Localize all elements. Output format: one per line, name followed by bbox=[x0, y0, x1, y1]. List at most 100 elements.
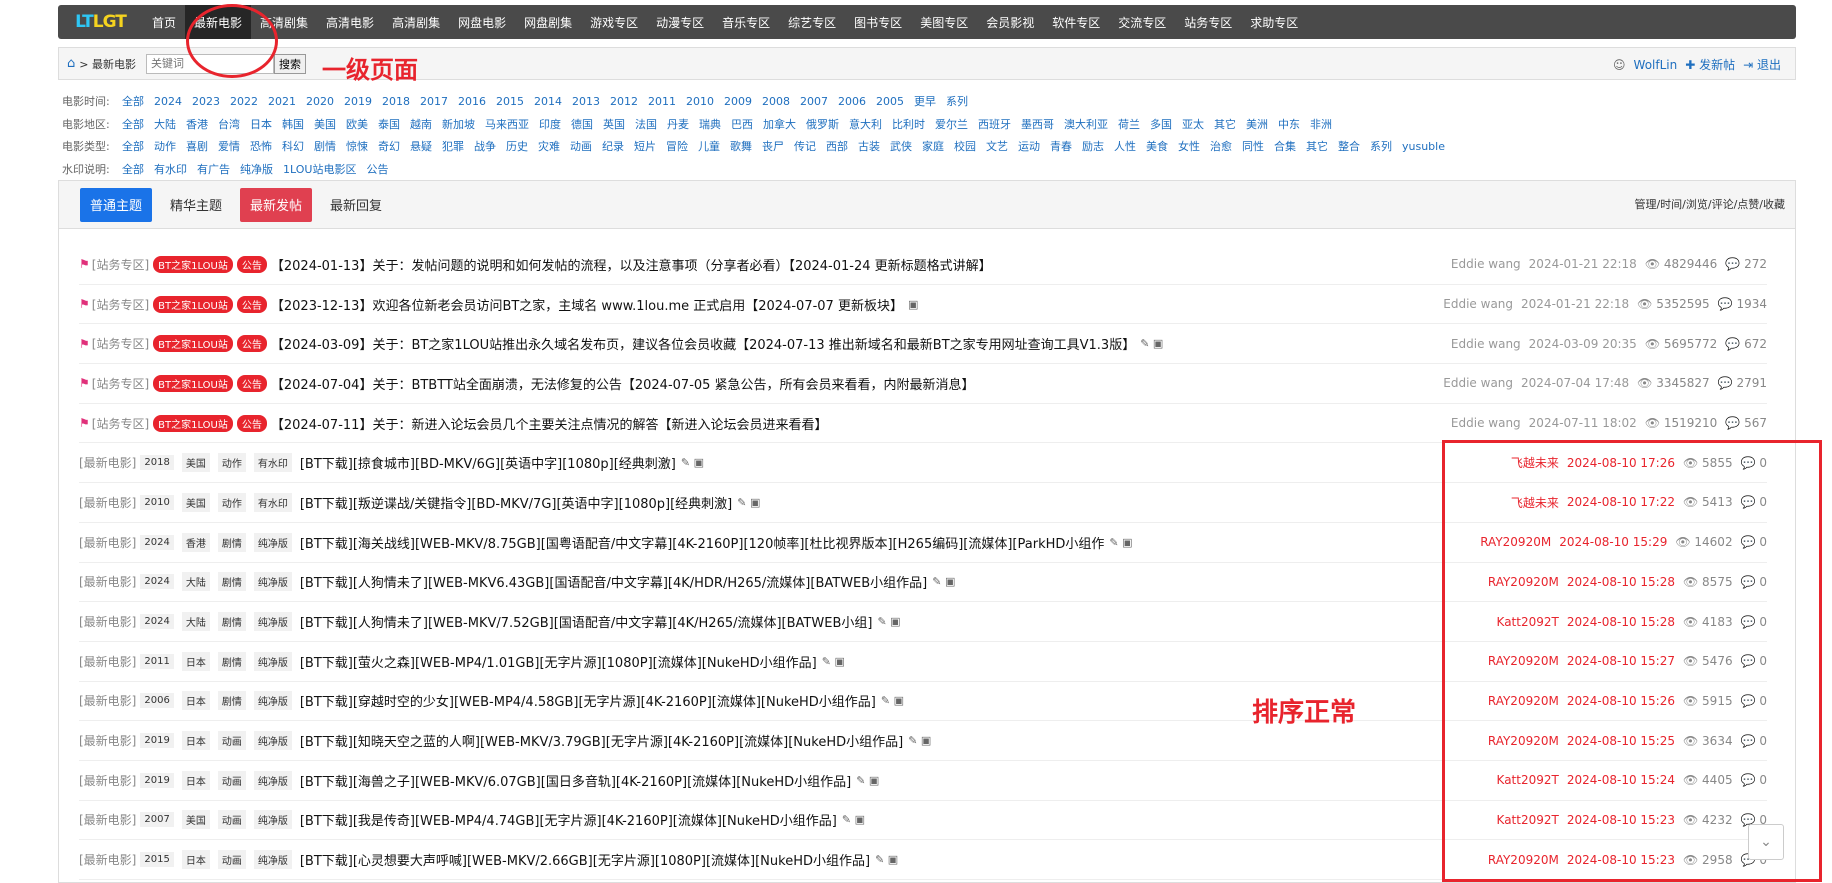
filter-option[interactable]: 女性 bbox=[1178, 138, 1200, 154]
logout-link[interactable]: ⇥ 退出 bbox=[1743, 56, 1781, 73]
tab-latest-reply[interactable]: 最新回复 bbox=[320, 188, 392, 222]
filter-option[interactable]: 全部 bbox=[122, 161, 144, 177]
filter-option[interactable]: 文艺 bbox=[986, 138, 1008, 154]
filter-option[interactable]: 德国 bbox=[571, 116, 593, 132]
filter-option[interactable]: 新加坡 bbox=[442, 116, 475, 132]
filter-option[interactable]: yusuble bbox=[1402, 140, 1445, 153]
thread-title[interactable]: [BT下载][人狗情未了][WEB-MKV6.43GB][国语配音/中文字幕][… bbox=[300, 572, 927, 591]
thread-title[interactable]: [BT下载][叛逆谍战/关键指令][BD-MKV/7G][英语中字][1080p… bbox=[300, 493, 732, 512]
filter-option[interactable]: 香港 bbox=[186, 116, 208, 132]
filter-option[interactable]: 全部 bbox=[122, 138, 144, 154]
username-link[interactable]: WolfLin bbox=[1634, 58, 1678, 72]
genre-tag[interactable]: 动画 bbox=[217, 810, 246, 830]
tab-featured[interactable]: 精华主题 bbox=[160, 188, 232, 222]
filter-option[interactable]: 爱尔兰 bbox=[935, 116, 968, 132]
filter-option[interactable]: 2012 bbox=[610, 95, 638, 108]
filter-option[interactable]: 多国 bbox=[1150, 116, 1172, 132]
genre-tag[interactable]: 剧情 bbox=[217, 612, 246, 632]
thread-title[interactable]: [BT下载][海兽之子][WEB-MKV/6.07GB][国日多音轨][4K-2… bbox=[300, 771, 851, 790]
nav-item-0[interactable]: 首页 bbox=[143, 5, 185, 39]
filter-option[interactable]: 有水印 bbox=[154, 161, 187, 177]
region-tag[interactable]: 美国 bbox=[181, 492, 210, 512]
filter-option[interactable]: 儿童 bbox=[698, 138, 720, 154]
thread-section[interactable]: [最新电影] bbox=[79, 692, 136, 709]
filter-option[interactable]: 青春 bbox=[1050, 138, 1072, 154]
filter-option[interactable]: 纪录 bbox=[602, 138, 624, 154]
watermark-tag[interactable]: 纯净版 bbox=[253, 810, 292, 830]
filter-option[interactable]: 2022 bbox=[230, 95, 258, 108]
filter-option[interactable]: 2023 bbox=[192, 95, 220, 108]
nav-item-7[interactable]: 游戏专区 bbox=[581, 5, 647, 39]
genre-tag[interactable]: 动画 bbox=[217, 770, 246, 790]
filter-option[interactable]: 马来西亚 bbox=[485, 116, 529, 132]
year-tag[interactable]: 2019 bbox=[140, 772, 174, 788]
filter-option[interactable]: 爱情 bbox=[218, 138, 240, 154]
year-tag[interactable]: 2006 bbox=[140, 693, 174, 709]
filter-option[interactable]: 惊悚 bbox=[346, 138, 368, 154]
thread-title[interactable]: [BT下载][人狗情未了][WEB-MKV/7.52GB][国语配音/中文字幕]… bbox=[300, 612, 873, 631]
year-tag[interactable]: 2011 bbox=[140, 653, 174, 669]
filter-option[interactable]: 2017 bbox=[420, 95, 448, 108]
filter-option[interactable]: 励志 bbox=[1082, 138, 1104, 154]
watermark-tag[interactable]: 有水印 bbox=[253, 492, 292, 512]
year-tag[interactable]: 2010 bbox=[140, 494, 174, 510]
nav-item-16[interactable]: 站务专区 bbox=[1175, 5, 1241, 39]
year-tag[interactable]: 2024 bbox=[140, 574, 174, 590]
filter-option[interactable]: 日本 bbox=[250, 116, 272, 132]
region-tag[interactable]: 大陆 bbox=[181, 572, 210, 592]
search-button[interactable]: 搜索 bbox=[273, 53, 306, 74]
filter-option[interactable]: 非洲 bbox=[1310, 116, 1332, 132]
filter-option[interactable]: 泰国 bbox=[378, 116, 400, 132]
thread-section[interactable]: [最新电影] bbox=[79, 851, 136, 868]
thread-title[interactable]: [BT下载][心灵想要大声呼喊][WEB-MKV/2.66GB][无字片源][1… bbox=[300, 850, 870, 869]
thread-section[interactable]: [站务专区] bbox=[92, 335, 149, 352]
filter-option[interactable]: 欧美 bbox=[346, 116, 368, 132]
nav-item-13[interactable]: 会员影视 bbox=[977, 5, 1043, 39]
thread-title[interactable]: [BT下载][知晓天空之蓝的人啊][WEB-MKV/3.79GB][无字片源][… bbox=[300, 731, 903, 750]
thread-section[interactable]: [最新电影] bbox=[79, 613, 136, 630]
filter-option[interactable]: 有广告 bbox=[197, 161, 230, 177]
filter-option[interactable]: 美食 bbox=[1146, 138, 1168, 154]
year-tag[interactable]: 2024 bbox=[140, 534, 174, 550]
nav-item-17[interactable]: 求助专区 bbox=[1241, 5, 1307, 39]
filter-option[interactable]: 意大利 bbox=[849, 116, 882, 132]
watermark-tag[interactable]: 纯净版 bbox=[253, 691, 292, 711]
genre-tag[interactable]: 剧情 bbox=[217, 532, 246, 552]
filter-option[interactable]: 台湾 bbox=[218, 116, 240, 132]
home-icon[interactable]: ⌂ bbox=[67, 56, 75, 71]
filter-option[interactable]: 2021 bbox=[268, 95, 296, 108]
year-tag[interactable]: 2019 bbox=[140, 733, 174, 749]
watermark-tag[interactable]: 纯净版 bbox=[253, 612, 292, 632]
thread-title[interactable]: [BT下载][萤火之森][WEB-MP4/1.01GB][无字片源][1080P… bbox=[300, 652, 817, 671]
filter-option[interactable]: 荷兰 bbox=[1118, 116, 1140, 132]
region-tag[interactable]: 日本 bbox=[181, 691, 210, 711]
thread-section[interactable]: [最新电影] bbox=[79, 573, 136, 590]
filter-option[interactable]: 美洲 bbox=[1246, 116, 1268, 132]
nav-item-14[interactable]: 软件专区 bbox=[1043, 5, 1109, 39]
tab-normal[interactable]: 普通主题 bbox=[80, 187, 153, 222]
filter-option[interactable]: 合集 bbox=[1274, 138, 1296, 154]
filter-option[interactable]: 恐怖 bbox=[250, 138, 272, 154]
filter-option[interactable]: 武侠 bbox=[890, 138, 912, 154]
watermark-tag[interactable]: 纯净版 bbox=[253, 770, 292, 790]
thread-title[interactable]: [BT下载][掠食城市][BD-MKV/6G][英语中字][1080p][经典刺… bbox=[300, 453, 676, 472]
filter-option[interactable]: 巴西 bbox=[731, 116, 753, 132]
genre-tag[interactable]: 动作 bbox=[217, 453, 246, 473]
thread-title[interactable]: [BT下载][我是传奇][WEB-MP4/4.74GB][无字片源][4K-21… bbox=[300, 810, 837, 829]
genre-tag[interactable]: 剧情 bbox=[217, 572, 246, 592]
filter-option[interactable]: 喜剧 bbox=[186, 138, 208, 154]
thread-author[interactable]: Eddie wang bbox=[1443, 376, 1513, 390]
filter-option[interactable]: 2016 bbox=[458, 95, 486, 108]
thread-author[interactable]: Eddie wang bbox=[1451, 337, 1521, 351]
filter-option[interactable]: 2020 bbox=[306, 95, 334, 108]
scroll-top-button[interactable]: ⌄ bbox=[1748, 824, 1784, 860]
thread-section[interactable]: [最新电影] bbox=[79, 454, 136, 471]
region-tag[interactable]: 日本 bbox=[181, 850, 210, 870]
filter-option[interactable]: 悬疑 bbox=[410, 138, 432, 154]
filter-option[interactable]: 2007 bbox=[800, 95, 828, 108]
thread-title[interactable]: 【2024-07-11】关于：新进入论坛会员几个主要关注点情况的解答【新进入论坛… bbox=[271, 414, 828, 433]
nav-item-6[interactable]: 网盘剧集 bbox=[515, 5, 581, 39]
region-tag[interactable]: 香港 bbox=[181, 532, 210, 552]
filter-option[interactable]: 西部 bbox=[826, 138, 848, 154]
genre-tag[interactable]: 剧情 bbox=[217, 691, 246, 711]
